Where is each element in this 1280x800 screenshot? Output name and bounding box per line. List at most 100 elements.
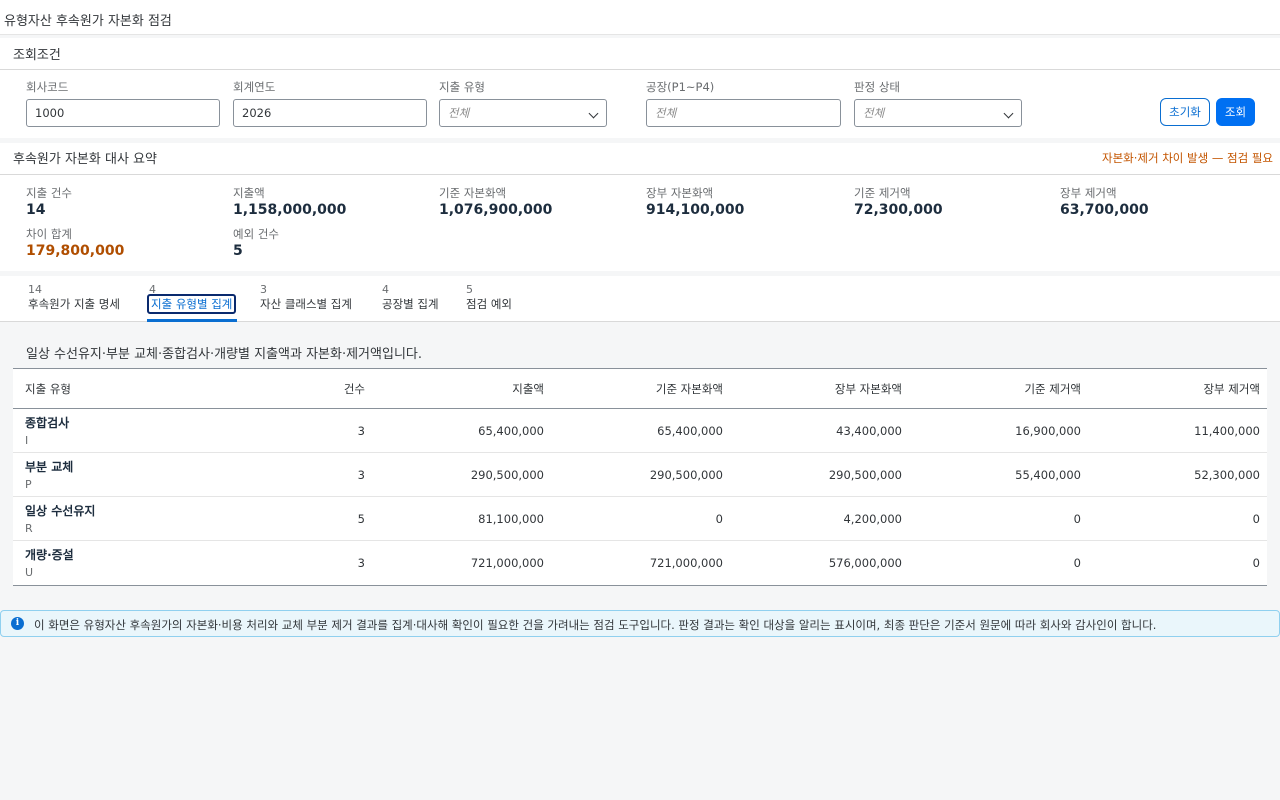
expense-type-label: 지출 유형	[439, 80, 485, 94]
cell-count: 3	[357, 424, 365, 438]
expense-type-code: P	[25, 478, 32, 491]
tab-count: 5	[466, 283, 473, 296]
page-header: 유형자산 후속원가 자본화 점검	[0, 0, 1280, 35]
expense-type-code: U	[25, 566, 34, 579]
cell-expense: 81,100,000	[478, 512, 544, 526]
expense-type-select[interactable]: 전체	[439, 99, 607, 127]
cell-book-capitalized: 4,200,000	[843, 512, 902, 526]
tab-by-asset-class[interactable]: 3 자산 클래스별 집계	[260, 276, 360, 322]
column-header-book-removal[interactable]: 장부 제거액	[1203, 381, 1260, 397]
kpi-std-removal-label: 기준 제거액	[854, 186, 911, 200]
fiscal-year-label: 회계연도	[233, 80, 276, 94]
column-header-book-capitalized[interactable]: 장부 자본화액	[835, 381, 902, 397]
tab-expense-details[interactable]: 14 후속원가 지출 명세	[28, 276, 128, 322]
cell-std-removal: 0	[1073, 556, 1081, 570]
company-code-input[interactable]: 1000	[26, 99, 220, 127]
tab-label: 후속원가 지출 명세	[28, 297, 120, 311]
kpi-book-capitalized-value: 914,100,000	[646, 202, 745, 218]
table-header: 지출 유형 건수 지출액 기준 자본화액 장부 자본화액 기준 제거액 장부 제…	[13, 369, 1267, 409]
tab-by-plant[interactable]: 4 공장별 집계	[382, 276, 444, 322]
kpi-book-removal-label: 장부 제거액	[1060, 186, 1117, 200]
column-header-std-removal[interactable]: 기준 제거액	[1024, 381, 1081, 397]
cell-std-capitalized: 0	[715, 512, 723, 526]
expense-type-code: I	[25, 434, 29, 447]
cell-std-capitalized: 290,500,000	[649, 468, 723, 482]
kpi-std-removal-value: 72,300,000	[854, 202, 943, 218]
summary-panel-title: 후속원가 자본화 대사 요약	[13, 152, 157, 167]
cell-book-removal: 0	[1252, 512, 1260, 526]
cell-book-capitalized: 43,400,000	[836, 424, 902, 438]
cell-count: 5	[357, 512, 365, 526]
kpi-expense-count-value: 14	[26, 202, 46, 218]
table-row[interactable]: 부분 교체 P 3 290,500,000 290,500,000 290,50…	[13, 453, 1267, 497]
judgment-status-select[interactable]: 전체	[854, 99, 1022, 127]
cell-count: 3	[357, 468, 365, 482]
filter-panel: 조회조건 회사코드 1000 회계연도 2026 지출 유형 전체 공장(P1~…	[0, 38, 1280, 138]
cell-expense: 721,000,000	[470, 556, 544, 570]
plant-label: 공장(P1~P4)	[646, 80, 715, 94]
kpi-expense-count-label: 지출 건수	[26, 186, 72, 200]
tab-exceptions[interactable]: 5 점검 예외	[466, 276, 518, 322]
company-code-label: 회사코드	[26, 80, 69, 94]
info-message-strip: i 이 화면은 유형자산 후속원가의 자본화·비용 처리와 교체 부분 제거 결…	[0, 610, 1280, 637]
cell-book-removal: 11,400,000	[1194, 424, 1260, 438]
table-row[interactable]: 개량·증설 U 3 721,000,000 721,000,000 576,00…	[13, 541, 1267, 585]
kpi-exception-count-label: 예외 건수	[233, 227, 279, 241]
column-header-expense[interactable]: 지출액	[512, 381, 544, 397]
cell-expense: 290,500,000	[470, 468, 544, 482]
kpi-book-removal-value: 63,700,000	[1060, 202, 1149, 218]
tab-by-expense-type[interactable]: 4 지출 유형별 집계	[147, 276, 237, 322]
cell-std-removal: 55,400,000	[1015, 468, 1081, 482]
filter-panel-title: 조회조건	[13, 48, 61, 63]
cell-count: 3	[357, 556, 365, 570]
cell-std-removal: 0	[1073, 512, 1081, 526]
table-row[interactable]: 일상 수선유지 R 5 81,100,000 0 4,200,000 0 0	[13, 497, 1267, 541]
cell-book-removal: 0	[1252, 556, 1260, 570]
cell-expense: 65,400,000	[478, 424, 544, 438]
table-description: 일상 수선유지·부분 교체·종합검사·개량별 지출액과 자본화·제거액입니다.	[26, 347, 422, 362]
tab-count: 14	[28, 283, 42, 296]
cell-std-capitalized: 65,400,000	[657, 424, 723, 438]
expense-type-name: 개량·증설	[25, 548, 74, 562]
reset-button[interactable]: 초기화	[1160, 98, 1210, 126]
judgment-status-value: 전체	[863, 106, 885, 120]
plant-input[interactable]: 전체	[646, 99, 841, 127]
search-button[interactable]: 조회	[1216, 98, 1255, 126]
info-message-text: 이 화면은 유형자산 후속원가의 자본화·비용 처리와 교체 부분 제거 결과를…	[34, 618, 1157, 632]
cell-book-capitalized: 290,500,000	[828, 468, 902, 482]
expense-type-table: 지출 유형 건수 지출액 기준 자본화액 장부 자본화액 기준 제거액 장부 제…	[13, 368, 1267, 586]
info-icon: i	[11, 617, 24, 630]
column-header-expense-type[interactable]: 지출 유형	[25, 381, 71, 397]
expense-type-value: 전체	[448, 106, 470, 120]
fiscal-year-input[interactable]: 2026	[233, 99, 427, 127]
kpi-exception-count-value: 5	[233, 243, 243, 259]
column-header-std-capitalized[interactable]: 기준 자본화액	[656, 381, 723, 397]
cell-std-capitalized: 721,000,000	[649, 556, 723, 570]
tab-bar: 14 후속원가 지출 명세 4 지출 유형별 집계 3 자산 클래스별 집계 4…	[0, 276, 1280, 322]
page-title: 유형자산 후속원가 자본화 점검	[4, 14, 172, 29]
table-row[interactable]: 종합검사 I 3 65,400,000 65,400,000 43,400,00…	[13, 409, 1267, 453]
chevron-down-icon	[588, 108, 599, 119]
difference-warning: 자본화·제거 차이 발생 — 점검 필요	[1102, 151, 1273, 165]
column-header-count[interactable]: 건수	[344, 381, 365, 397]
cell-std-removal: 16,900,000	[1015, 424, 1081, 438]
kpi-difference-total-value: 179,800,000	[26, 243, 125, 259]
judgment-status-label: 판정 상태	[854, 80, 900, 94]
tab-label: 지출 유형별 집계	[147, 294, 237, 314]
expense-type-code: R	[25, 522, 33, 535]
tab-count: 4	[382, 283, 389, 296]
tab-label: 점검 예외	[466, 297, 512, 311]
kpi-std-capitalized-label: 기준 자본화액	[439, 186, 507, 200]
filter-panel-divider	[0, 69, 1280, 70]
tab-label: 자산 클래스별 집계	[260, 297, 352, 311]
expense-type-name: 종합검사	[25, 416, 70, 430]
selected-tab-indicator	[147, 319, 237, 322]
summary-panel: 후속원가 자본화 대사 요약 자본화·제거 차이 발생 — 점검 필요 지출 건…	[0, 143, 1280, 271]
tab-count: 3	[260, 283, 267, 296]
cell-book-removal: 52,300,000	[1194, 468, 1260, 482]
expense-type-name: 일상 수선유지	[25, 504, 96, 518]
kpi-expense-amount-value: 1,158,000,000	[233, 202, 347, 218]
summary-panel-divider	[0, 174, 1280, 175]
kpi-book-capitalized-label: 장부 자본화액	[646, 186, 714, 200]
cell-book-capitalized: 576,000,000	[828, 556, 902, 570]
